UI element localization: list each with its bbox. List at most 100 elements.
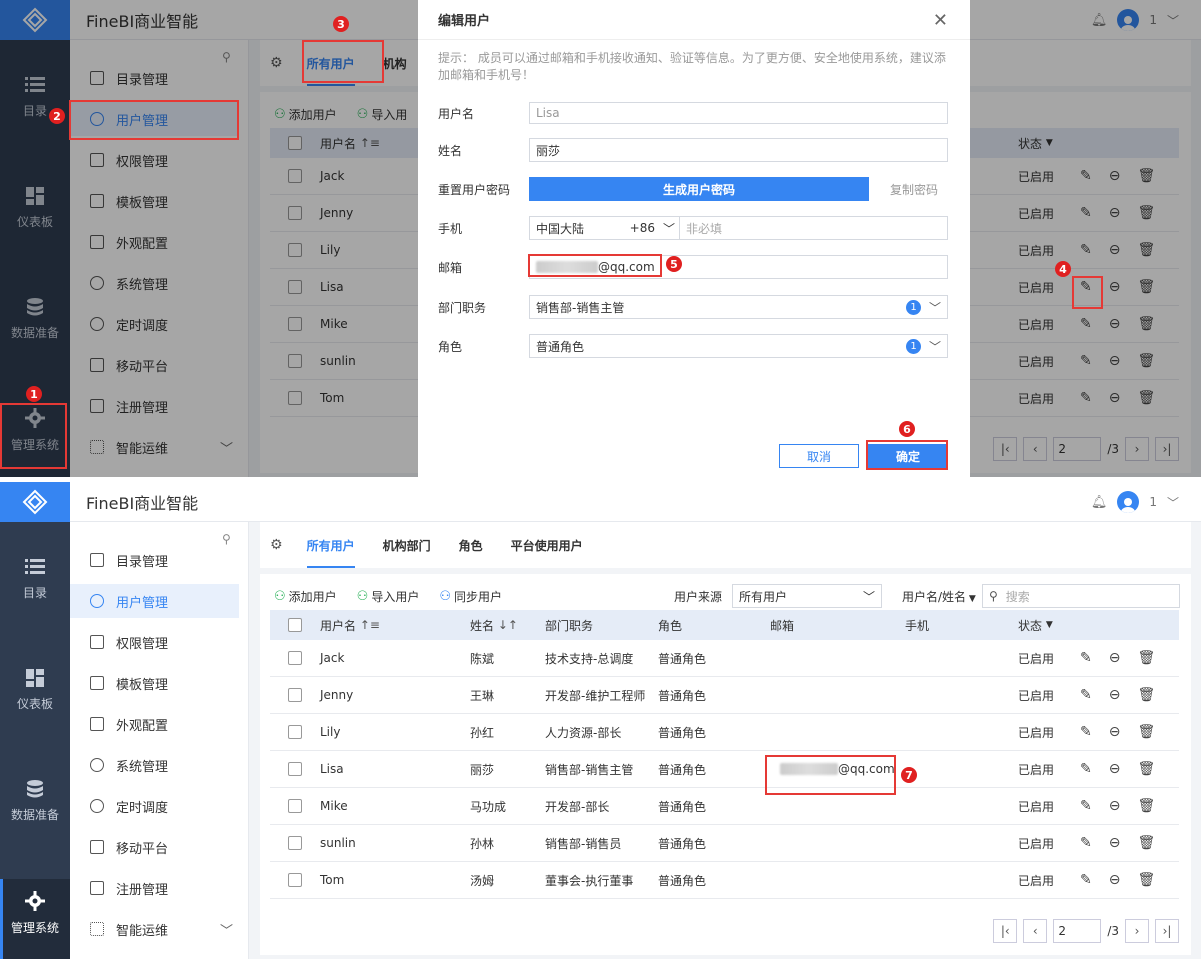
cancel-button[interactable]: 取消 [779, 444, 859, 468]
edit-icon[interactable]: ✎ [1080, 687, 1092, 703]
chevron-down-icon[interactable]: ﹀ [1167, 494, 1179, 511]
row-checkbox[interactable] [288, 725, 302, 739]
generate-password-button[interactable]: 生成用户密码 [529, 177, 869, 201]
copy-password-button[interactable]: 复制密码 [884, 177, 944, 201]
network-icon [90, 922, 104, 936]
disable-icon[interactable]: ⊖ [1109, 761, 1121, 777]
sync-user-button[interactable]: ⚇ 同步用户 [439, 588, 502, 605]
edit-icon[interactable]: ✎ [1080, 724, 1092, 740]
close-icon[interactable]: ✕ [933, 10, 948, 31]
menu-item-ops[interactable]: 智能运维 ﹀ [70, 912, 239, 946]
page-input[interactable]: 2 [1053, 919, 1102, 943]
avatar[interactable] [1117, 491, 1140, 513]
region-select[interactable]: 中国大陆 +86 ﹀ [530, 217, 680, 239]
delete-icon[interactable]: 🗑︎ [1137, 687, 1155, 703]
cell-username: Lisa [320, 762, 344, 776]
rail-item-data-prep[interactable]: 数据准备 [0, 780, 70, 823]
row-checkbox[interactable] [288, 762, 302, 776]
rail-item-admin[interactable]: 管理系统 [0, 879, 70, 959]
cell-username: Jack [320, 651, 345, 665]
first-page-button[interactable]: |‹ [993, 919, 1018, 943]
edit-user-dialog: 编辑用户 ✕ 提示： 成员可以通过邮箱和手机接收通知、验证等信息。为了更方便、安… [418, 0, 970, 477]
role-select[interactable]: 普通角色 1 ﹀ [529, 334, 948, 358]
tab-roles[interactable]: 角色 [445, 522, 497, 568]
delete-icon[interactable]: 🗑︎ [1137, 724, 1155, 740]
dept-count-badge: 1 [906, 299, 921, 315]
last-page-button[interactable]: ›| [1155, 919, 1179, 943]
rail-item-catalog[interactable]: 目录 [0, 558, 70, 601]
menu-item-catalog[interactable]: 目录管理 [70, 543, 239, 577]
delete-icon[interactable]: 🗑︎ [1137, 761, 1155, 777]
disable-icon[interactable]: ⊖ [1109, 835, 1121, 851]
tab-all-users[interactable]: 所有用户 [293, 522, 369, 568]
settings-icon[interactable]: ⚙ [260, 537, 293, 553]
menu-item-permissions[interactable]: 权限管理 [70, 625, 239, 659]
delete-icon[interactable]: 🗑︎ [1137, 872, 1155, 888]
user-panel: ⚇ 添加用户 ⚇ 导入用户 ⚇ 同步用户 用户来源 所有用户 ﹀ 用户名/姓名 ▼ ⚲ 搜… [260, 574, 1191, 955]
menu-item-schedule[interactable]: 定时调度 [70, 789, 239, 823]
col-email: 邮箱 [770, 618, 795, 633]
edit-icon[interactable]: ✎ [1080, 650, 1092, 666]
username-row: 用户名 Lisa [438, 99, 950, 127]
disable-icon[interactable]: ⊖ [1109, 724, 1121, 740]
menu-item-appearance[interactable]: 外观配置 [70, 707, 239, 741]
disable-icon[interactable]: ⊖ [1109, 872, 1121, 888]
col-status-label: 状态 [1018, 618, 1043, 633]
search-input[interactable]: ⚲ 搜索 [982, 584, 1180, 608]
table-row: sunlin 孙林 销售部-销售员 普通角色 已启用 ✎ ⊖ 🗑︎ [270, 825, 1179, 862]
menu-item-users[interactable]: 用户管理 [70, 584, 239, 618]
col-username[interactable]: 用户名 ↑≡ [320, 610, 380, 640]
delete-icon[interactable]: 🗑︎ [1137, 798, 1155, 814]
tab-platform-users[interactable]: 平台使用用户 [497, 522, 597, 568]
prev-page-button[interactable]: ‹ [1023, 919, 1048, 943]
tab-departments[interactable]: 机构部门 [369, 522, 445, 568]
menu-item-templates[interactable]: 模板管理 [70, 666, 239, 700]
edit-icon[interactable]: ✎ [1080, 872, 1092, 888]
mobile-icon [90, 840, 104, 854]
delete-icon[interactable]: 🗑︎ [1137, 835, 1155, 851]
disable-icon[interactable]: ⊖ [1109, 798, 1121, 814]
edit-icon[interactable]: ✎ [1080, 798, 1092, 814]
next-page-button[interactable]: › [1125, 919, 1149, 943]
cell-username: Mike [320, 799, 348, 813]
bell-icon[interactable]: 🔔︎ [1091, 495, 1108, 510]
cell-role: 普通角色 [658, 873, 707, 888]
col-dept: 部门职务 [545, 618, 594, 633]
row-checkbox[interactable] [288, 688, 302, 702]
email-field[interactable]: @qq.com [529, 255, 948, 279]
menu-item-system[interactable]: 系统管理 [70, 748, 239, 782]
confirm-button[interactable]: 确定 [868, 444, 948, 468]
phone-input[interactable]: 非必填 [680, 220, 722, 237]
row-checkbox[interactable] [288, 799, 302, 813]
select-all-checkbox[interactable] [288, 618, 302, 632]
search-by-select[interactable]: 用户名/姓名 ▼ [902, 588, 976, 605]
edit-icon[interactable]: ✎ [1080, 761, 1092, 777]
source-select[interactable]: 所有用户 ﹀ [732, 584, 882, 608]
edit-icon[interactable]: ✎ [1080, 835, 1092, 851]
delete-icon[interactable]: 🗑︎ [1137, 650, 1155, 666]
disable-icon[interactable]: ⊖ [1109, 650, 1121, 666]
row-checkbox[interactable] [288, 651, 302, 665]
col-name[interactable]: 姓名 ↓↑ [470, 610, 518, 640]
col-name-label: 姓名 [470, 618, 495, 633]
dept-select[interactable]: 销售部-销售主管 1 ﹀ [529, 295, 948, 319]
cell-role: 普通角色 [658, 725, 707, 740]
reset-password-row: 重置用户密码 生成用户密码 复制密码 [438, 175, 950, 203]
col-status[interactable]: 状态 ▼ [1018, 610, 1053, 640]
import-user-button[interactable]: ⚇ 导入用户 [357, 588, 420, 605]
add-user-button[interactable]: ⚇ 添加用户 [274, 588, 337, 605]
cell-username: sunlin [320, 836, 356, 850]
cell-name: 孙林 [470, 836, 495, 851]
disable-icon[interactable]: ⊖ [1109, 687, 1121, 703]
table-header: 用户名 ↑≡ 姓名 ↓↑ 部门职务 角色 邮箱 手机 状态 ▼ [270, 610, 1179, 640]
name-field[interactable]: 丽莎 [529, 138, 948, 162]
menu-item-mobile[interactable]: 移动平台 [70, 830, 239, 864]
reset-password-label: 重置用户密码 [438, 182, 511, 197]
rail-label: 数据准备 [10, 808, 59, 822]
username-field: Lisa [529, 102, 948, 124]
pager: |‹ ‹ 2 /3 › ›| [993, 919, 1179, 943]
rail-item-dashboard[interactable]: 仪表板 [0, 669, 70, 712]
row-checkbox[interactable] [288, 836, 302, 850]
row-checkbox[interactable] [288, 873, 302, 887]
menu-item-registration[interactable]: 注册管理 [70, 871, 239, 905]
